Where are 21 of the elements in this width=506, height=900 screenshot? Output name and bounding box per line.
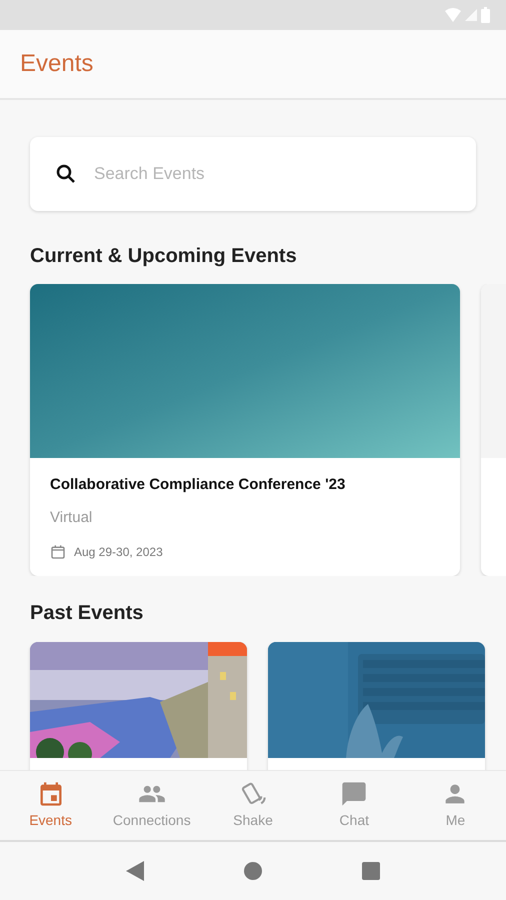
nav-tab[interactable]: Events (0, 771, 102, 840)
signal-icon (465, 9, 477, 21)
wifi-icon (445, 8, 461, 22)
section-heading: Past Events (29, 601, 144, 626)
section-heading: Current & Upcoming Events (29, 244, 298, 269)
nav-tab[interactable]: Shake (202, 771, 304, 840)
event-card[interactable]: Collaborative Compliance Conference '23 Virtual Aug 29-30, 2023 (30, 284, 460, 576)
calendar-icon (50, 544, 66, 560)
search-field[interactable]: Search Events (30, 137, 476, 211)
page-title: Events (20, 49, 94, 79)
search-input[interactable]: Search Events (94, 161, 452, 187)
home-icon[interactable] (244, 862, 262, 880)
nav-tab[interactable]: Connections (101, 771, 202, 840)
event-title: Collaborative Compliance Conference '23 (50, 475, 346, 495)
nav-tab[interactable]: Chat (304, 771, 405, 840)
event-date: Aug 29-30, 2023 (74, 544, 163, 561)
battery-icon (481, 7, 490, 23)
back-icon[interactable] (126, 861, 144, 881)
chat-icon (340, 780, 368, 808)
event-location: Virtual (50, 508, 94, 528)
nav-tab[interactable]: Me (404, 771, 506, 840)
